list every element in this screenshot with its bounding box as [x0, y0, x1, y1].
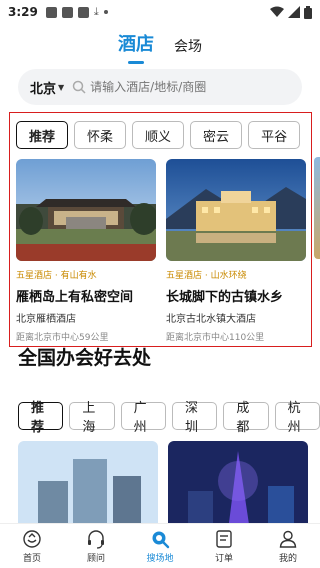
- nav-label: 订单: [214, 553, 233, 564]
- nav-label: 我的: [278, 553, 297, 564]
- chip-chengdu[interactable]: 成都: [223, 401, 269, 435]
- app-notification-icon: [61, 6, 73, 18]
- status-time: 3:29: [8, 5, 38, 19]
- chip-miyun[interactable]: 密云: [190, 121, 243, 149]
- hotel-photo: [16, 159, 156, 261]
- battery-icon: [304, 5, 312, 19]
- nav-advisor[interactable]: 顾问: [68, 529, 124, 564]
- tab-venue[interactable]: 会场: [174, 36, 202, 58]
- hotel-title: 雁栖岛上有私密空间: [16, 290, 134, 305]
- hotel-cards: 五星酒店 · 有山有水 雁栖岛上有私密空间 北京雁栖酒店 距离北京市中心59公里: [16, 159, 306, 343]
- city-cards: [18, 441, 308, 531]
- featured-section: 推荐 怀柔 顺义 密云 平谷 五星酒店 · 有山有水 雁栖岛上有私密空间 北京雁…: [9, 112, 312, 347]
- nav-search-venue[interactable]: 搜场地: [132, 529, 188, 564]
- search-bar: 北京 ▼: [18, 69, 302, 105]
- signal-icon: [288, 6, 300, 18]
- status-system-icons: [270, 5, 312, 19]
- status-bar: 3:29 ⤓: [0, 0, 320, 24]
- chip-pinggu[interactable]: 平谷: [248, 121, 301, 149]
- caret-down-icon: ▼: [58, 82, 65, 92]
- chip-hangzhou[interactable]: 杭州: [274, 401, 320, 435]
- chip-shanghai[interactable]: 上海: [69, 401, 115, 435]
- city-selector[interactable]: 北京 ▼: [30, 78, 64, 97]
- nav-mine[interactable]: 我的: [260, 529, 316, 564]
- hotel-name: 北京雁栖酒店: [16, 314, 76, 325]
- user-icon: [279, 530, 297, 548]
- status-notifications: ⤓: [45, 5, 108, 19]
- nav-label: 顾问: [86, 553, 105, 564]
- chip-shenzhen[interactable]: 深圳: [171, 401, 218, 435]
- city-chips: 推荐 上海 广州 深圳 成都 杭州: [18, 401, 320, 435]
- hotel-name: 北京古北水镇大酒店: [166, 314, 256, 325]
- chip-huairou[interactable]: 怀柔: [74, 121, 127, 149]
- chip-shunyi[interactable]: 顺义: [132, 121, 185, 149]
- hotel-distance: 距离北京市中心59公里: [16, 333, 109, 343]
- bottom-nav: 首页 顾问 搜场地 订单 我的: [0, 523, 320, 568]
- nav-label: 搜场地: [146, 553, 174, 564]
- nav-orders[interactable]: 订单: [196, 529, 252, 564]
- home-icon: [23, 529, 41, 548]
- nav-label: 首页: [22, 553, 41, 564]
- hotel-tag: 五星酒店 · 山水环绕: [166, 271, 247, 281]
- top-tabs: 酒店 会场: [0, 28, 320, 58]
- section-title: 全国办会好去处: [18, 347, 152, 369]
- chip-guangzhou[interactable]: 广州: [120, 401, 166, 435]
- hotel-card-peek[interactable]: [314, 157, 320, 259]
- image-icon: [77, 6, 89, 18]
- wifi-icon: [270, 6, 284, 17]
- region-chips: 推荐 怀柔 顺义 密云 平谷: [16, 121, 301, 149]
- hotel-tag: 五星酒店 · 有山有水: [16, 271, 97, 281]
- nav-home[interactable]: 首页: [4, 529, 60, 564]
- chip-recommend[interactable]: 推荐: [18, 401, 64, 435]
- chip-recommend[interactable]: 推荐: [16, 121, 69, 149]
- download-icon: ⤓: [93, 5, 99, 18]
- search-icon: [152, 531, 170, 548]
- city-label: 北京: [30, 81, 57, 97]
- hotel-title: 长城脚下的古镇水乡: [166, 290, 284, 305]
- hotel-distance: 距离北京市中心110公里: [166, 333, 265, 343]
- order-icon: [216, 529, 232, 548]
- hotel-card[interactable]: 五星酒店 · 有山有水 雁栖岛上有私密空间 北京雁栖酒店 距离北京市中心59公里: [16, 159, 156, 343]
- city-photo[interactable]: [168, 441, 308, 531]
- city-photo[interactable]: [18, 441, 158, 531]
- search-input[interactable]: [90, 80, 271, 94]
- headset-icon: [88, 529, 104, 549]
- hotel-card[interactable]: 五星酒店 · 山水环绕 长城脚下的古镇水乡 北京古北水镇大酒店 距离北京市中心1…: [166, 159, 306, 343]
- more-dot-icon: [103, 10, 108, 14]
- tab-hotel[interactable]: 酒店: [118, 30, 154, 58]
- gallery-icon: [45, 6, 57, 18]
- search-icon: [72, 80, 86, 94]
- hotel-photo: [166, 159, 306, 261]
